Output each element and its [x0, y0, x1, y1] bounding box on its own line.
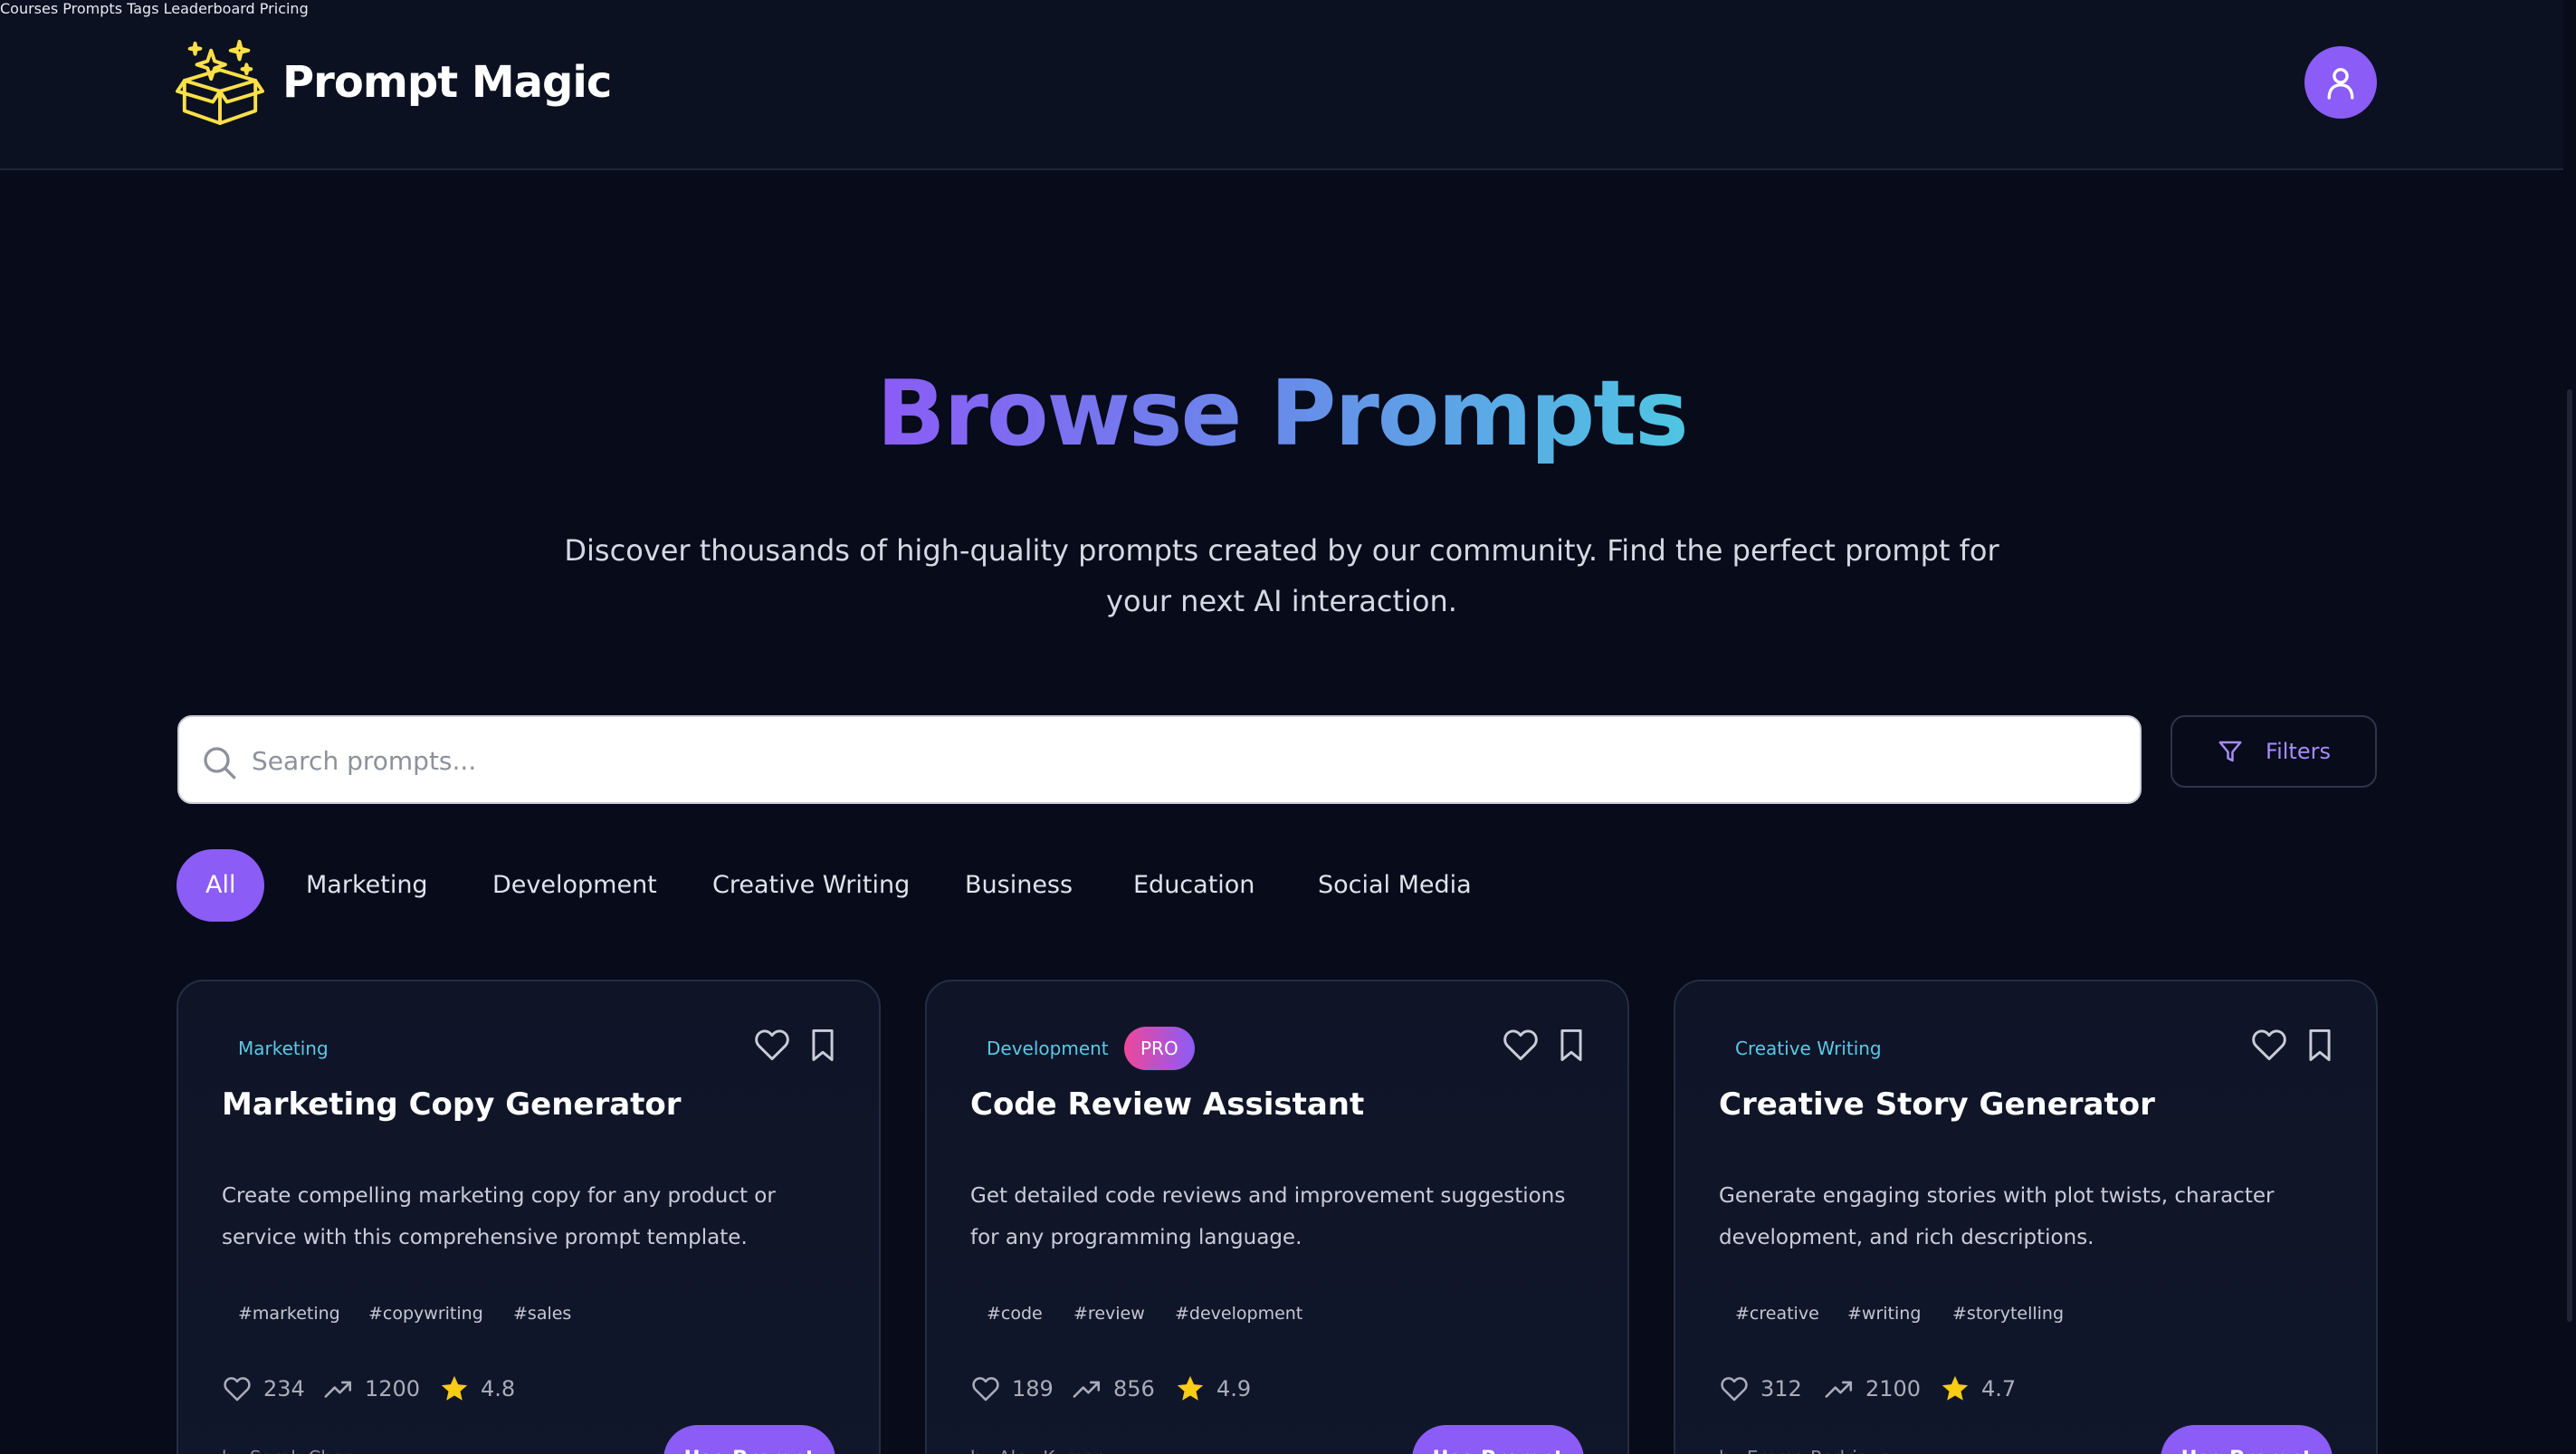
card-author: by Alex Kumar [970, 1447, 1102, 1454]
rating-stat: 4.8 [439, 1362, 515, 1416]
category-pill-business[interactable]: Business [965, 849, 1073, 922]
card-description: Generate engaging stories with plot twis… [1719, 1184, 2275, 1249]
filters-button[interactable]: Filters [2171, 715, 2377, 788]
page: Prompt Magic Courses Prompts Tags Leader… [0, 0, 2563, 1454]
rating-value: 4.8 [481, 1376, 516, 1401]
likes-stat: 189 [970, 1362, 1054, 1416]
filters-label: Filters [2266, 739, 2331, 764]
nav-link-leaderboard[interactable]: Leaderboard [164, 0, 255, 17]
search-box[interactable] [177, 715, 2142, 804]
top-nav-bar: Prompt Magic Courses Prompts Tags Leader… [0, 0, 2563, 170]
nav-link-courses[interactable]: Courses [0, 0, 58, 17]
bookmark-icon[interactable] [1551, 1025, 1591, 1065]
category-pill-social-media[interactable]: Social Media [1318, 849, 1472, 922]
tag-chip[interactable]: #review [1057, 1289, 1161, 1338]
uses-stat: 2100 [1824, 1362, 1921, 1416]
likes-stat: 312 [1719, 1362, 1802, 1416]
nav-link-tags[interactable]: Tags [127, 0, 158, 17]
trending-up-icon [1825, 1381, 1853, 1398]
search-icon [204, 747, 236, 780]
tag-chip[interactable]: #writing [1831, 1289, 1937, 1338]
heart-icon [972, 1377, 999, 1401]
tag-chip[interactable]: #sales [497, 1289, 587, 1338]
heart-icon[interactable] [1501, 1025, 1541, 1065]
brand-logo[interactable]: Prompt Magic [176, 36, 612, 129]
user-icon [2327, 68, 2354, 100]
nav-link-pricing[interactable]: Pricing [260, 0, 309, 17]
search-input[interactable] [252, 733, 2116, 788]
uses-count: 856 [1113, 1376, 1155, 1401]
tag-chip[interactable]: #copywriting [352, 1289, 500, 1338]
use-prompt-button[interactable]: Use Prompt [1412, 1425, 1584, 1454]
tag-chip[interactable]: #storytelling [1936, 1289, 2080, 1338]
page-subtitle: Discover thousands of high-quality promp… [564, 533, 1999, 618]
prompt-card[interactable]: Marketing Marketing Copy Generator Creat… [177, 980, 881, 1454]
use-prompt-button[interactable]: Use Prompt [663, 1425, 835, 1454]
heart-icon [224, 1377, 251, 1401]
heart-icon [1721, 1377, 1748, 1401]
category-badge: Marketing [238, 1038, 329, 1059]
tag-chip[interactable]: #development [1159, 1289, 1319, 1338]
pro-badge: PRO [1124, 1027, 1195, 1070]
card-author: by Sarah Chen [222, 1447, 355, 1454]
uses-count: 2100 [1865, 1376, 1922, 1401]
page-title: Browse Prompts [876, 360, 1688, 466]
category-pill-development[interactable]: Development [492, 849, 657, 922]
card-author: by Emma Rodriguez [1719, 1447, 1901, 1454]
user-avatar-button[interactable] [2304, 46, 2377, 119]
uses-stat: 856 [1072, 1362, 1155, 1416]
filter-icon [2218, 741, 2242, 762]
magic-box-icon [176, 39, 264, 126]
heart-icon[interactable] [752, 1025, 792, 1065]
tag-chip[interactable]: #creative [1719, 1289, 1836, 1338]
category-pill-marketing[interactable]: Marketing [306, 849, 428, 922]
rating-stat: 4.9 [1175, 1362, 1251, 1416]
tag-chip[interactable]: #marketing [222, 1289, 357, 1338]
uses-count: 1200 [365, 1376, 421, 1401]
rating-value: 4.9 [1216, 1376, 1252, 1401]
prompt-card[interactable]: Development PRO Code Review Assistant Ge… [925, 980, 1629, 1454]
likes-count: 234 [263, 1376, 305, 1401]
page-scrollbar[interactable] [2563, 0, 2576, 1454]
star-icon [1942, 1375, 1969, 1401]
star-icon [1177, 1375, 1204, 1401]
prompt-card[interactable]: Creative Writing Creative Story Generato… [1674, 980, 2378, 1454]
bookmark-icon[interactable] [803, 1025, 843, 1065]
category-badge: Development [987, 1038, 1109, 1059]
trending-up-icon [1073, 1381, 1101, 1398]
bookmark-icon[interactable] [2300, 1025, 2340, 1065]
scrollbar-thumb[interactable] [2567, 389, 2572, 1322]
card-title[interactable]: Code Review Assistant [970, 1086, 1364, 1123]
card-description: Create compelling marketing copy for any… [222, 1184, 776, 1249]
trending-up-icon [324, 1381, 352, 1398]
likes-count: 312 [1760, 1376, 1802, 1401]
use-prompt-button[interactable]: Use Prompt [2161, 1425, 2333, 1454]
star-icon [441, 1375, 468, 1401]
card-description: Get detailed code reviews and improvemen… [970, 1184, 1566, 1249]
category-badge: Creative Writing [1735, 1038, 1882, 1059]
card-title[interactable]: Marketing Copy Generator [222, 1086, 682, 1123]
category-pill-creative-writing[interactable]: Creative Writing [712, 849, 910, 922]
tag-chip[interactable]: #code [970, 1289, 1059, 1338]
nav-link-prompts[interactable]: Prompts [62, 0, 122, 17]
rating-value: 4.7 [1981, 1376, 2017, 1401]
likes-count: 189 [1012, 1376, 1054, 1401]
card-title[interactable]: Creative Story Generator [1719, 1086, 2155, 1123]
category-pill-education[interactable]: Education [1133, 849, 1255, 922]
rating-stat: 4.7 [1940, 1362, 2016, 1416]
likes-stat: 234 [222, 1362, 305, 1416]
brand-name: Prompt Magic [282, 57, 612, 108]
uses-stat: 1200 [323, 1362, 420, 1416]
heart-icon[interactable] [2249, 1025, 2289, 1065]
category-pill-all[interactable]: All [177, 849, 265, 922]
